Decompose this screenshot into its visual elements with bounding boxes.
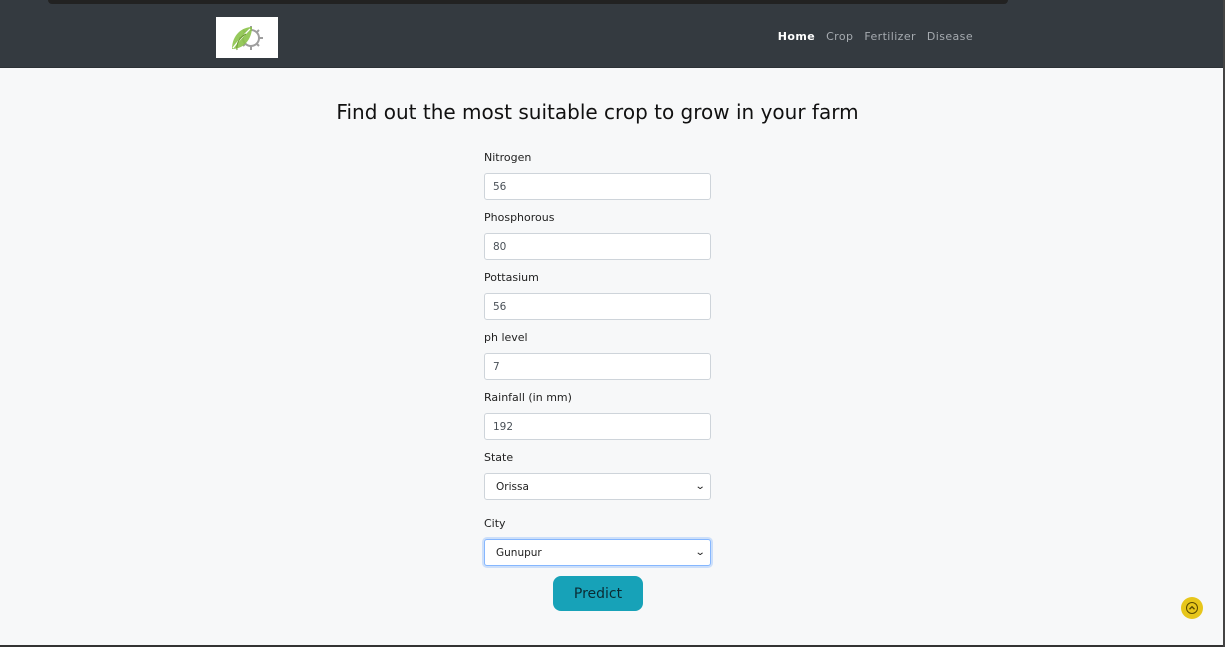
scroll-to-top-button[interactable] <box>1181 597 1203 619</box>
leaf-gear-logo-icon <box>232 25 263 50</box>
ph-label: ph level <box>484 331 528 344</box>
state-selected-value: Orissa <box>496 480 529 493</box>
pottasium-input[interactable]: 56 <box>484 293 711 320</box>
page: Home Crop Fertilizer Disease Find out th… <box>0 0 1225 647</box>
pottasium-label: Pottasium <box>484 271 539 284</box>
nav-crop-link[interactable]: Crop <box>826 30 853 43</box>
predict-button[interactable]: Predict <box>553 576 643 611</box>
top-strip <box>48 0 1008 4</box>
phosphorous-input[interactable]: 80 <box>484 233 711 260</box>
chevron-up-icon <box>1186 602 1198 614</box>
crop-form: Nitrogen 56 Phosphorous 80 Pottasium 56 … <box>484 150 712 582</box>
state-label: State <box>484 451 514 464</box>
city-label: City <box>484 517 506 530</box>
nav-home-link[interactable]: Home <box>778 30 815 43</box>
nitrogen-input[interactable]: 56 <box>484 173 711 200</box>
state-select[interactable]: Orissa ⌄ <box>484 473 711 500</box>
chevron-down-icon: ⌄ <box>694 481 706 492</box>
page-heading: Find out the most suitable crop to grow … <box>336 100 859 124</box>
logo[interactable] <box>216 17 278 58</box>
rainfall-input[interactable]: 192 <box>484 413 711 440</box>
city-selected-value: Gunupur <box>496 546 542 559</box>
navbar: Home Crop Fertilizer Disease <box>0 0 1225 68</box>
rainfall-label: Rainfall (in mm) <box>484 391 572 404</box>
chevron-down-icon: ⌄ <box>694 547 706 558</box>
nav-disease-link[interactable]: Disease <box>927 30 973 43</box>
nitrogen-label: Nitrogen <box>484 151 532 164</box>
city-select[interactable]: Gunupur ⌄ <box>484 539 711 566</box>
phosphorous-label: Phosphorous <box>484 211 555 224</box>
ph-input[interactable]: 7 <box>484 353 711 380</box>
nav-links: Home Crop Fertilizer Disease <box>778 30 973 43</box>
nav-fertilizer-link[interactable]: Fertilizer <box>864 30 916 43</box>
